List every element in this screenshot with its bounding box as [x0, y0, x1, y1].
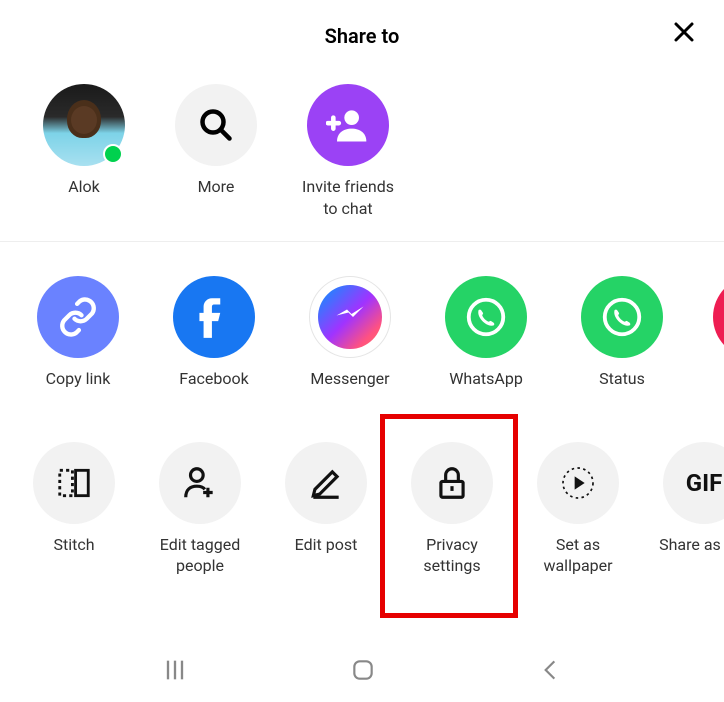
search-icon [175, 84, 257, 166]
action-label: Privacy settings [404, 534, 500, 577]
recents-icon [161, 656, 189, 684]
contact-label: Invite friendsto chat [302, 176, 394, 219]
back-icon [537, 657, 563, 683]
nav-recents[interactable] [161, 656, 189, 688]
whatsapp-icon [445, 276, 527, 358]
action-set-wallpaper[interactable]: Set as wallpaper [530, 442, 626, 577]
action-privacy-settings[interactable]: Privacy settings [404, 442, 500, 577]
action-label: Edit post [295, 534, 358, 556]
share-targets-row: Copy link Facebook Messenger WhatsApp [0, 260, 724, 406]
invite-friends[interactable]: Invite friendsto chat [298, 84, 398, 219]
more-contacts[interactable]: More [166, 84, 266, 219]
edit-tagged-icon [159, 442, 241, 524]
whatsapp-status-icon [581, 276, 663, 358]
messenger-icon [309, 276, 391, 358]
contact-label: Alok [68, 176, 100, 198]
share-status[interactable]: Status [578, 276, 666, 390]
lock-icon [411, 442, 493, 524]
action-label: Stitch [53, 534, 94, 556]
avatar-icon [43, 84, 125, 166]
action-label: Set as wallpaper [530, 534, 626, 577]
sheet-header: Share to [0, 16, 724, 68]
share-label: Messenger [310, 368, 389, 390]
share-label: WhatsApp [449, 368, 523, 390]
action-share-gif[interactable]: GIF Share as GIF [656, 442, 724, 577]
share-whatsapp[interactable]: WhatsApp [442, 276, 530, 390]
action-stitch[interactable]: Stitch [26, 442, 122, 577]
nav-home[interactable] [350, 657, 376, 687]
share-sheet: Share to Alok More Invite friendsto chat [0, 0, 724, 593]
stitch-icon [33, 442, 115, 524]
share-facebook[interactable]: Facebook [170, 276, 258, 390]
close-button[interactable] [672, 20, 696, 50]
copy-link[interactable]: Copy link [34, 276, 122, 390]
link-icon [37, 276, 119, 358]
wallpaper-icon [537, 442, 619, 524]
action-edit-tagged[interactable]: Edit tagged people [152, 442, 248, 577]
nav-back[interactable] [537, 657, 563, 687]
edit-icon [285, 442, 367, 524]
contacts-row: Alok More Invite friendsto chat [0, 68, 724, 242]
contact-label: More [198, 176, 235, 198]
close-icon [672, 20, 696, 44]
share-tiktok[interactable]: TikT [714, 276, 724, 390]
home-icon [350, 657, 376, 683]
action-edit-post[interactable]: Edit post [278, 442, 374, 577]
actions-row: Stitch Edit tagged people Edit post Priv… [0, 426, 724, 593]
gif-icon: GIF [663, 442, 724, 524]
share-label: Facebook [179, 368, 248, 390]
share-label: Copy link [46, 368, 111, 390]
action-label: Edit tagged people [152, 534, 248, 577]
tiktok-icon [713, 276, 724, 358]
share-label: Status [599, 368, 645, 390]
system-nav-bar [0, 642, 724, 702]
sheet-title: Share to [325, 24, 400, 48]
presence-dot-icon [103, 144, 123, 164]
contact-alok[interactable]: Alok [34, 84, 134, 219]
add-friend-icon [307, 84, 389, 166]
action-label: Share as GIF [659, 534, 724, 556]
facebook-icon [173, 276, 255, 358]
share-messenger[interactable]: Messenger [306, 276, 394, 390]
